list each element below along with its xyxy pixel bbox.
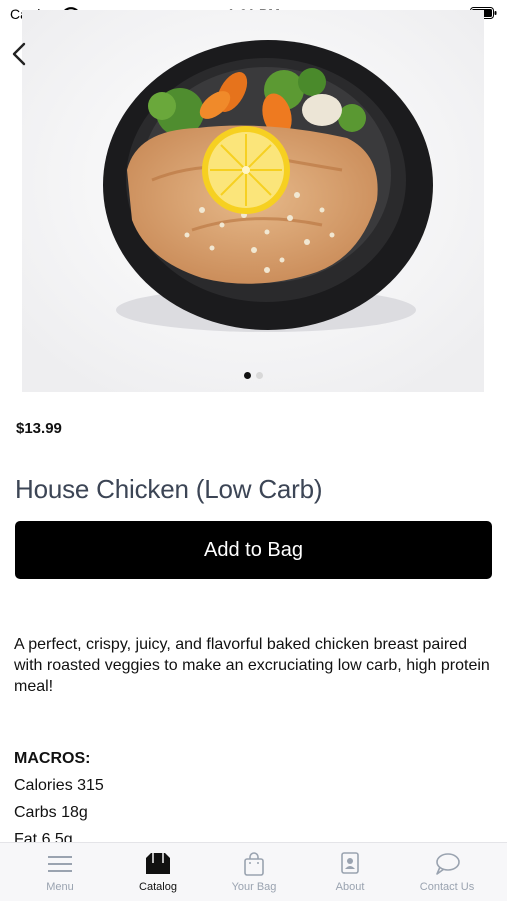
macro-carbs: Carbs 18g (14, 804, 88, 821)
macros-heading: MACROS: (14, 750, 91, 767)
tab-label-menu: Menu (46, 881, 74, 893)
menu-icon (48, 856, 72, 872)
tab-bar: Menu Catalog Your Bag About Contact Us (0, 842, 507, 901)
tab-about[interactable]: About (300, 843, 400, 901)
product-price: $13.99 (16, 420, 62, 437)
tab-label-about: About (335, 881, 365, 893)
tab-catalog[interactable]: Catalog (108, 843, 208, 901)
page-dot (256, 372, 263, 379)
back-button[interactable] (6, 38, 34, 70)
tab-label-contact-us: Contact Us (419, 881, 475, 893)
image-page-indicator[interactable] (0, 372, 507, 379)
product-description: A perfect, crispy, juicy, and flavorful … (14, 636, 490, 695)
catalog-icon (146, 853, 170, 874)
tab-label-your-bag: Your Bag (231, 881, 277, 893)
tab-your-bag[interactable]: Your Bag (204, 843, 304, 901)
macro-calories: Calories 315 (14, 777, 104, 794)
tab-contact-us[interactable]: Contact Us (397, 843, 497, 901)
product-title: House Chicken (Low Carb) (15, 474, 323, 504)
product-image[interactable] (22, 10, 484, 392)
bag-icon (244, 852, 264, 876)
page-dot-active (244, 372, 251, 379)
contact-icon (436, 853, 460, 875)
tab-menu[interactable]: Menu (10, 843, 110, 901)
about-icon (341, 852, 359, 874)
add-to-bag-button[interactable]: Add to Bag (15, 521, 492, 579)
tab-label-catalog: Catalog (139, 881, 177, 893)
